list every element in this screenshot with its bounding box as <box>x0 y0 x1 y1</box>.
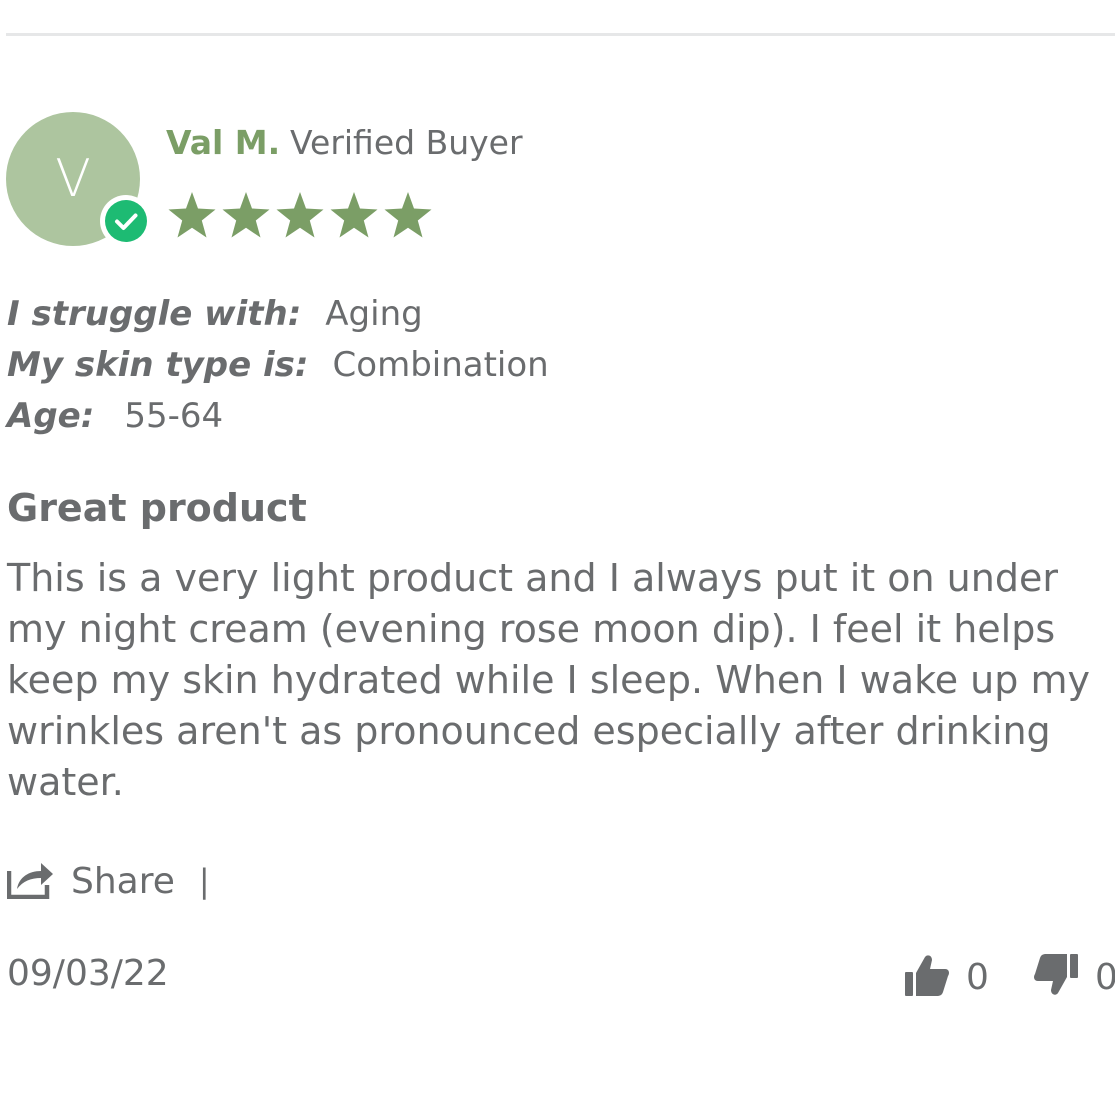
star-icon <box>168 192 216 238</box>
attribute-label: I struggle with: <box>7 294 302 334</box>
reviewer-name: Val M. <box>166 123 281 162</box>
star-icon <box>384 192 432 238</box>
attribute-age: Age: 55-64 <box>7 396 223 436</box>
helpful-count: 0 <box>966 956 989 998</box>
attribute-struggle: I struggle with: Aging <box>7 294 423 334</box>
star-icon <box>330 192 378 238</box>
unhelpful-count: 0 <box>1095 956 1115 998</box>
star-rating <box>166 187 434 243</box>
review-date: 09/03/22 <box>7 953 169 994</box>
unhelpful-vote-button[interactable]: 0 <box>1033 952 1115 1002</box>
verified-badge <box>100 195 152 247</box>
attribute-label: Age: <box>7 396 95 436</box>
star-icon <box>222 192 270 238</box>
review-body: This is a very light product and I alway… <box>7 556 1090 804</box>
share-label: Share <box>71 860 175 902</box>
attribute-skin-type: My skin type is: Combination <box>7 345 549 385</box>
attribute-value: Combination <box>332 345 549 385</box>
attribute-label: My skin type is: <box>7 345 309 385</box>
share-button[interactable]: Share | <box>6 856 210 906</box>
attribute-value: Aging <box>325 294 423 334</box>
check-circle-icon <box>105 200 147 242</box>
star-icon <box>276 192 324 238</box>
share-separator: | <box>198 862 210 900</box>
share-icon <box>6 859 55 903</box>
attribute-value: 55-64 <box>124 396 224 436</box>
thumbs-up-icon <box>904 953 950 1001</box>
review-title: Great product <box>7 486 307 530</box>
helpful-vote-button[interactable]: 0 <box>904 952 989 1002</box>
avatar-initial: V <box>55 149 91 209</box>
thumbs-down-icon <box>1033 953 1079 1001</box>
verified-buyer-label: Verified Buyer <box>290 123 523 162</box>
top-divider <box>6 33 1115 36</box>
